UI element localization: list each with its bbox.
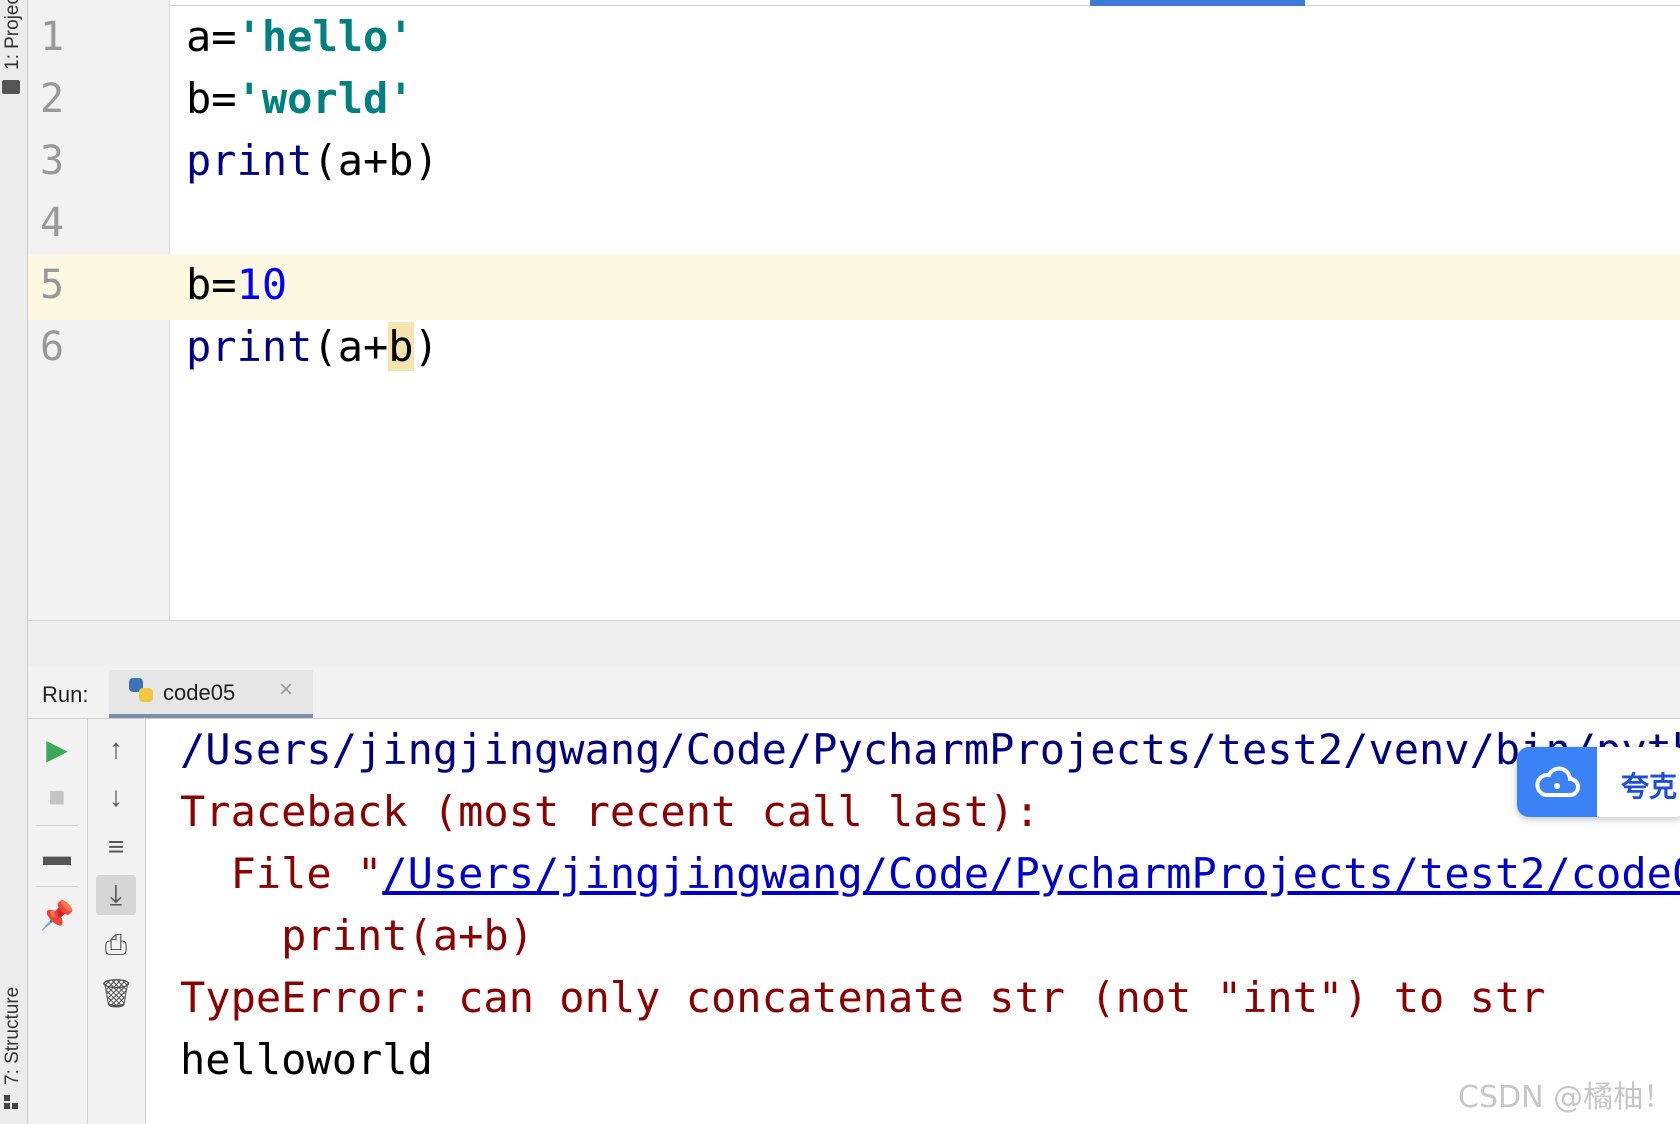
traceback-file-link[interactable]: /Users/jingjingwang/Code/PycharmProjects… — [382, 849, 1680, 898]
line-number: 2 — [40, 76, 65, 122]
run-toolbar-secondary: ↑ ↓ ≡ ⤓ ⎙ 🗑 — [88, 719, 146, 1124]
code-line[interactable]: 3 print(a+b) — [28, 130, 1680, 196]
code-line[interactable]: 6 print(a+b) — [28, 316, 1680, 382]
run-toolbar-primary: ▶ ■ ▬ 📌 — [28, 719, 88, 1124]
pycharm-window: 1: Project 7: Structure 1 a='hello' 2 b=… — [0, 0, 1680, 1124]
console-error-message: TypeError: can only concatenate str (not… — [180, 973, 1546, 1022]
current-code-line[interactable]: 5 b=10 — [28, 254, 1680, 320]
arrow-down-icon[interactable]: ↓ — [96, 777, 136, 817]
line-code: b='world' — [186, 74, 414, 123]
panel-splitter[interactable] — [28, 620, 1680, 668]
line-number: 5 — [40, 262, 65, 308]
run-tab-label: code05 — [163, 680, 236, 705]
folder-icon[interactable] — [2, 80, 20, 94]
console-interpreter-path: /Users/jingjingwang/Code/PycharmProjects… — [180, 725, 1680, 774]
code-line[interactable]: 2 b='world' — [28, 68, 1680, 134]
line-number: 3 — [40, 138, 65, 184]
stop-icon[interactable]: ■ — [37, 777, 77, 817]
line-number: 1 — [40, 14, 65, 60]
line-number: 6 — [40, 324, 65, 370]
line-code: a='hello' — [186, 12, 414, 61]
cloud-icon — [1517, 747, 1597, 817]
line-code: b=10 — [186, 260, 288, 309]
project-tool-tab[interactable]: 1: Project — [2, 0, 24, 70]
line-number: 4 — [40, 200, 65, 246]
run-panel-header: Run: code05 × — [28, 666, 1680, 719]
run-tab-code05[interactable]: code05 × — [109, 670, 313, 718]
scroll-to-end-icon[interactable]: ⤓ — [96, 875, 136, 915]
structure-icon[interactable] — [4, 1095, 18, 1109]
quark-widget-label: 夸克 — [1621, 770, 1678, 803]
toolbar-separator — [36, 886, 78, 887]
console-traceback-file: File "/Users/jingjingwang/Code/PycharmPr… — [180, 849, 1680, 898]
watermark: CSDN @橘柚！ — [1458, 1080, 1674, 1115]
console-output: helloworld — [180, 1035, 433, 1084]
line-code: print(a+b) — [186, 136, 439, 185]
run-console[interactable]: /Users/jingjingwang/Code/PycharmProjects… — [146, 719, 1680, 1124]
console-traceback-header: Traceback (most recent call last): — [180, 787, 1040, 836]
layout-icon[interactable]: ▬ — [37, 836, 77, 876]
trash-icon[interactable]: 🗑 — [96, 973, 136, 1013]
run-label: Run: — [42, 682, 89, 707]
close-icon[interactable]: × — [279, 676, 293, 704]
print-icon[interactable]: ⎙ — [96, 925, 136, 965]
toolbar-separator — [36, 825, 78, 826]
rerun-icon[interactable]: ▶ — [37, 729, 77, 769]
code-editor[interactable]: 1 a='hello' 2 b='world' 3 print(a+b) 4 5… — [28, 0, 1680, 620]
code-line[interactable]: 4 — [28, 192, 1680, 258]
structure-tool-tab[interactable]: 7: Structure — [2, 987, 24, 1085]
soft-wrap-icon[interactable]: ≡ — [96, 827, 136, 867]
tool-window-strip: 1: Project 7: Structure — [0, 0, 28, 1124]
arrow-up-icon[interactable]: ↑ — [96, 729, 136, 769]
line-code: print(a+b) — [186, 322, 439, 371]
code-line[interactable]: 1 a='hello' — [28, 6, 1680, 72]
quark-floating-widget[interactable]: 夸克 — [1517, 747, 1680, 817]
python-icon — [129, 678, 155, 704]
pin-icon[interactable]: 📌 — [37, 895, 77, 935]
console-traceback-code: print(a+b) — [180, 911, 535, 960]
